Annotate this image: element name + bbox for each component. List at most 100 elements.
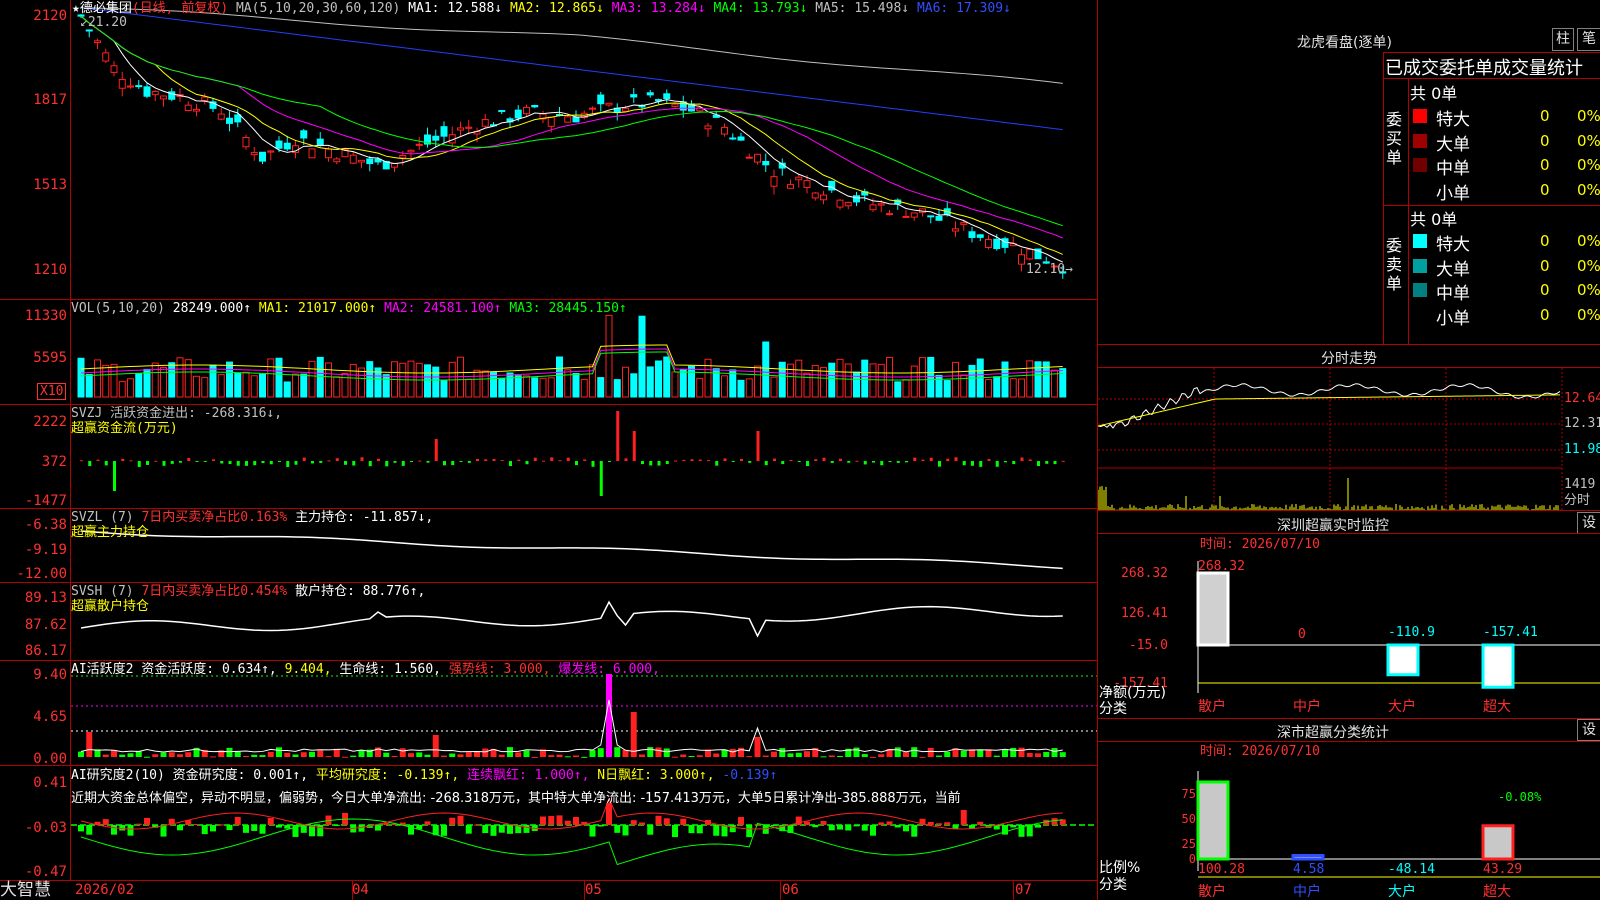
ai2-bar bbox=[894, 825, 901, 828]
ai2-bar bbox=[457, 815, 464, 825]
svzj-bar bbox=[525, 461, 529, 465]
intraday-tick: 11.98 bbox=[1564, 442, 1600, 457]
ai1-bar bbox=[119, 754, 126, 757]
svzj-bar bbox=[220, 461, 224, 464]
volume-bar bbox=[358, 367, 365, 398]
ai2-bar bbox=[589, 825, 596, 837]
date-tick: 04 bbox=[352, 882, 369, 898]
ai2-bar bbox=[78, 825, 84, 832]
volume-bar bbox=[770, 376, 778, 398]
sell-row-percent: 0% bbox=[1577, 281, 1600, 299]
svzj-bar bbox=[616, 411, 620, 461]
volume-bar bbox=[745, 378, 753, 398]
bar-mode-button[interactable]: 柱 bbox=[1552, 28, 1574, 51]
ai2-bar bbox=[944, 822, 951, 825]
svzj-bar bbox=[558, 460, 562, 462]
ai1-bar bbox=[515, 752, 522, 757]
volume-bar bbox=[127, 378, 134, 398]
pen-mode-button[interactable]: 笔 bbox=[1577, 28, 1600, 51]
ai2-bar bbox=[267, 818, 274, 825]
ai2-bar bbox=[853, 825, 860, 827]
svzj-bar bbox=[872, 461, 875, 463]
ai1-bar bbox=[977, 749, 984, 757]
ai2-bar bbox=[606, 803, 612, 825]
buy-row-percent: 0% bbox=[1577, 156, 1600, 174]
ai2-bar bbox=[449, 817, 456, 825]
star-icon: ★ bbox=[72, 1, 80, 16]
candle-body bbox=[498, 110, 506, 113]
monitor-category-label: 散户 bbox=[1198, 698, 1226, 715]
candle-body bbox=[729, 137, 737, 140]
svzj-bar bbox=[995, 461, 999, 467]
ai2-bar bbox=[655, 815, 662, 825]
svzj-bar bbox=[418, 460, 422, 462]
svzj-bar bbox=[1028, 459, 1032, 461]
volume-bar bbox=[349, 363, 357, 398]
ai2-bar bbox=[573, 816, 579, 825]
sell-color-swatch bbox=[1413, 283, 1427, 297]
date-sep bbox=[1013, 880, 1014, 900]
ai1-bar bbox=[688, 755, 695, 757]
svzj-bar bbox=[509, 461, 512, 467]
class-tick: 25 bbox=[1182, 837, 1196, 851]
volume-bar bbox=[424, 364, 431, 398]
volume-bar bbox=[646, 366, 654, 398]
volume-bar bbox=[382, 374, 390, 398]
svzj-bar bbox=[360, 457, 364, 461]
svzl-header: SVZL (7) 7日内买卖净占比0.163% 主力持仓: -11.857↓, bbox=[71, 510, 434, 525]
buy-row-percent: 0% bbox=[1577, 107, 1600, 125]
candle-body bbox=[242, 136, 250, 148]
volume-bar bbox=[943, 380, 951, 398]
candle-body bbox=[184, 104, 192, 111]
ai1-bar bbox=[523, 750, 530, 757]
ai1-bar bbox=[795, 752, 802, 757]
class-settings-button[interactable]: 设 bbox=[1577, 719, 1600, 741]
ai2-bar bbox=[804, 821, 810, 825]
svzj-bar bbox=[327, 460, 331, 462]
monitor-category-label: 超大 bbox=[1483, 699, 1511, 715]
candle-body bbox=[844, 201, 852, 207]
candle-body bbox=[605, 102, 613, 106]
intraday-price-line bbox=[1098, 383, 1561, 429]
svzj-bar bbox=[674, 460, 677, 462]
volume-bar bbox=[523, 375, 530, 398]
svzj-bar bbox=[1037, 461, 1040, 467]
ai1-bar bbox=[399, 748, 406, 757]
svzj-bar bbox=[170, 461, 174, 464]
candle-body bbox=[927, 215, 935, 218]
ai2-bar bbox=[622, 825, 629, 836]
svsh-tick: 89.13 bbox=[24, 590, 67, 606]
ai1-bar bbox=[927, 747, 934, 757]
candle-body bbox=[226, 117, 233, 124]
svzl-tick: -12.00 bbox=[16, 566, 67, 582]
ai2-bar bbox=[672, 825, 678, 838]
ai1-bar bbox=[548, 755, 555, 757]
volume-bar bbox=[622, 366, 629, 398]
svzj-bar bbox=[773, 458, 776, 461]
svzj-bar bbox=[286, 461, 290, 467]
buy-row-percent: 0% bbox=[1577, 131, 1600, 150]
svzj-bar bbox=[1061, 460, 1065, 462]
svzj-bar bbox=[550, 457, 554, 461]
ai2-bar bbox=[812, 825, 819, 828]
ai1-bar bbox=[936, 755, 942, 757]
ai1-bar bbox=[127, 753, 134, 757]
volume-bar bbox=[1009, 378, 1017, 398]
price-tick: 1817 bbox=[33, 92, 67, 108]
dragon-title: 龙虎看盘(逐单) bbox=[1297, 35, 1392, 51]
class-extra-label: -0.08% bbox=[1498, 790, 1542, 804]
intraday-chart[interactable] bbox=[1098, 368, 1600, 510]
volume-bar bbox=[688, 365, 695, 398]
monitor-settings-button[interactable]: 设 bbox=[1577, 512, 1600, 534]
ai1-bar bbox=[894, 747, 901, 757]
candle-body bbox=[440, 126, 448, 137]
class-category-label: 中户 bbox=[1293, 883, 1321, 900]
ai2-bar bbox=[358, 825, 365, 832]
class-category-label: 超大 bbox=[1483, 884, 1511, 900]
svzj-bar bbox=[822, 457, 826, 461]
svzj-bar bbox=[195, 461, 199, 462]
ai1-bar bbox=[903, 752, 909, 757]
candle-body bbox=[985, 239, 992, 248]
svzj-sub: 超赢资金流(万元) bbox=[71, 421, 178, 436]
kline-chart[interactable] bbox=[0, 0, 1098, 900]
